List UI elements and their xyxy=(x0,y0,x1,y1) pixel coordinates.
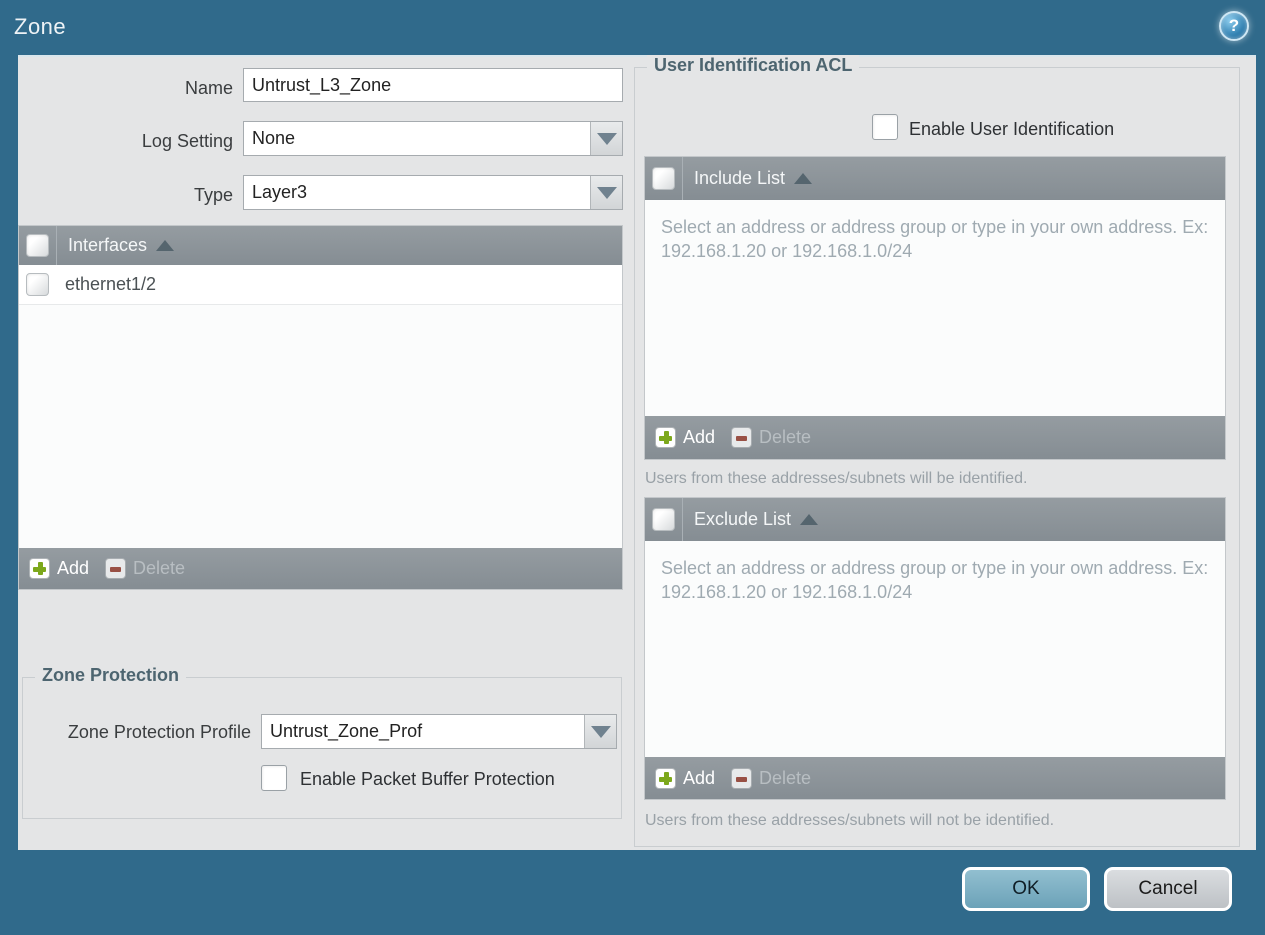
sort-ascending-icon xyxy=(800,514,819,525)
table-row[interactable]: ethernet1/2 xyxy=(19,265,622,305)
include-select-all-cell xyxy=(645,157,683,200)
delete-button-label: Delete xyxy=(133,558,186,578)
zone-protection-profile-label: Zone Protection Profile xyxy=(67,722,251,742)
help-glyph: ? xyxy=(1228,16,1240,35)
enable-user-identification-checkbox[interactable] xyxy=(872,114,898,140)
enable-user-identification-label: Enable User Identification xyxy=(909,119,1115,139)
include-add-button[interactable]: Add xyxy=(655,427,715,448)
interfaces-toolbar: Add Delete xyxy=(19,548,622,589)
exclude-list-caption: Users from these addresses/subnets will … xyxy=(645,812,1055,829)
interfaces-list-body: ethernet1/2 xyxy=(19,265,622,548)
type-dropdown-button[interactable] xyxy=(590,176,622,209)
add-button-label: Add xyxy=(57,558,90,578)
ok-button[interactable]: OK xyxy=(962,867,1090,911)
zone-protection-profile-dropdown-button[interactable] xyxy=(584,715,616,748)
log-setting-dropdown-button[interactable] xyxy=(590,122,622,155)
user-identification-acl-group: User Identification ACL Enable User Iden… xyxy=(634,55,1240,847)
dialog-titlebar: Zone ? xyxy=(0,0,1265,55)
minus-icon xyxy=(731,767,753,789)
include-list-header: Include List xyxy=(645,157,1225,200)
exclude-select-all-cell xyxy=(645,498,683,541)
type-select xyxy=(243,175,623,210)
log-setting-label: Log Setting xyxy=(141,131,233,151)
exclude-list-placeholder: Select an address or address group or ty… xyxy=(661,558,1209,603)
exclude-list-panel: Exclude List Select an address or addres… xyxy=(644,497,1226,800)
type-label: Type xyxy=(193,185,233,205)
log-setting-select xyxy=(243,121,623,156)
exclude-list-toolbar: Add Delete xyxy=(645,757,1225,799)
plus-icon xyxy=(29,558,50,579)
zone-protection-group: Zone Protection Zone Protection Profile … xyxy=(22,665,622,819)
minus-icon xyxy=(731,427,753,448)
exclude-list-column-header[interactable]: Exclude List xyxy=(694,509,791,530)
add-interface-button[interactable]: Add xyxy=(29,558,89,579)
sort-ascending-icon xyxy=(794,173,813,184)
page-title: Zone xyxy=(14,14,67,39)
log-setting-input[interactable] xyxy=(243,121,623,156)
chevron-down-icon xyxy=(596,186,617,199)
chevron-down-icon xyxy=(596,132,617,145)
minus-icon xyxy=(105,558,127,579)
include-delete-button[interactable]: Delete xyxy=(731,427,811,448)
cancel-button[interactable]: Cancel xyxy=(1104,867,1232,911)
interfaces-table: Interfaces ethernet1/2 Add Delete xyxy=(18,225,623,590)
zone-protection-profile-select xyxy=(261,714,617,749)
exclude-select-all-checkbox[interactable] xyxy=(652,508,675,531)
interfaces-table-header: Interfaces xyxy=(19,226,622,265)
zone-protection-legend: Zone Protection xyxy=(35,665,187,686)
name-input[interactable] xyxy=(243,68,623,102)
sort-ascending-icon xyxy=(156,240,175,251)
type-input[interactable] xyxy=(243,175,623,210)
include-add-label: Add xyxy=(683,427,716,447)
exclude-delete-label: Delete xyxy=(759,767,812,788)
plus-icon xyxy=(655,767,676,789)
include-list-placeholder: Select an address or address group or ty… xyxy=(661,217,1209,262)
help-icon[interactable]: ? xyxy=(1219,11,1249,41)
include-list-caption: Users from these addresses/subnets will … xyxy=(645,470,1028,487)
include-list-toolbar: Add Delete xyxy=(645,416,1225,459)
exclude-list-header: Exclude List xyxy=(645,498,1225,541)
name-label: Name xyxy=(184,78,233,98)
interfaces-select-all-cell xyxy=(19,226,57,265)
dialog-body: Name Log Setting Type Interfaces xyxy=(18,55,1256,850)
include-list-panel: Include List Select an address or addres… xyxy=(644,156,1226,460)
interface-name: ethernet1/2 xyxy=(65,274,157,294)
zone-dialog: Zone ? Name Log Setting Type xyxy=(0,0,1265,935)
interfaces-column-header[interactable]: Interfaces xyxy=(68,235,147,256)
user-identification-acl-legend: User Identification ACL xyxy=(647,55,860,76)
plus-icon xyxy=(655,427,676,448)
packet-buffer-protection-label: Enable Packet Buffer Protection xyxy=(300,769,555,789)
exclude-add-label: Add xyxy=(683,767,716,788)
chevron-down-icon xyxy=(590,725,611,738)
include-delete-label: Delete xyxy=(759,427,812,447)
include-select-all-checkbox[interactable] xyxy=(652,167,675,190)
include-list-column-header[interactable]: Include List xyxy=(694,168,785,189)
delete-interface-button[interactable]: Delete xyxy=(105,558,185,579)
interfaces-select-all-checkbox[interactable] xyxy=(26,234,49,257)
exclude-list-body[interactable]: Select an address or address group or ty… xyxy=(645,541,1225,757)
packet-buffer-protection-checkbox[interactable] xyxy=(261,765,287,791)
exclude-add-button[interactable]: Add xyxy=(655,767,716,789)
include-list-body[interactable]: Select an address or address group or ty… xyxy=(645,200,1225,416)
interface-row-checkbox[interactable] xyxy=(26,273,49,296)
exclude-delete-button[interactable]: Delete xyxy=(731,767,812,789)
zone-protection-profile-input[interactable] xyxy=(261,714,617,749)
